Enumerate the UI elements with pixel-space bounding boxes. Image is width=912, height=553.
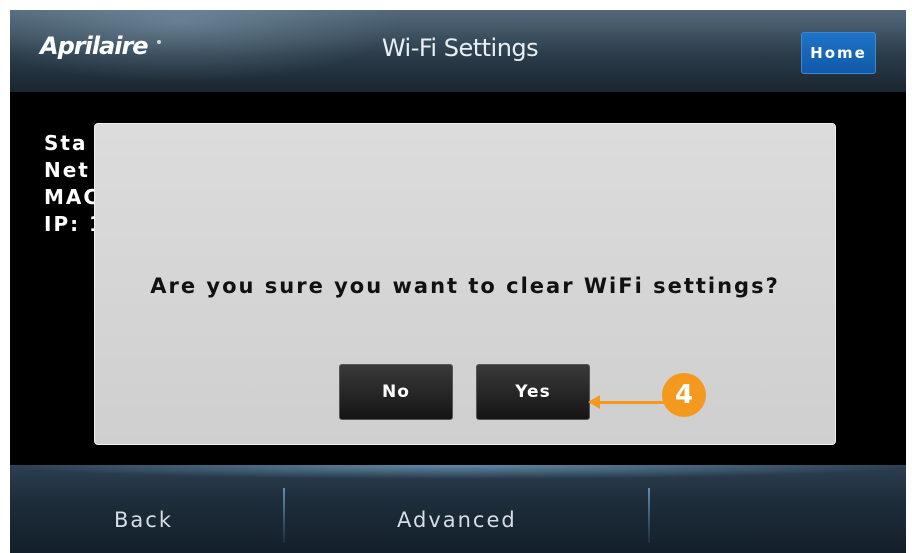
- callout-arrow-icon: [588, 395, 600, 409]
- aprilaire-logo: Aprilaire: [40, 32, 149, 60]
- page-title: Wi-Fi Settings: [381, 34, 539, 62]
- footer-glow-edge: [10, 465, 906, 485]
- home-button[interactable]: Home: [801, 32, 876, 74]
- footer-divider: [283, 488, 285, 543]
- no-button[interactable]: No: [339, 364, 453, 420]
- footer-divider: [648, 488, 650, 543]
- yes-button[interactable]: Yes: [476, 364, 590, 420]
- thermostat-screen: Aprilaire Wi-Fi Settings Home Sta Net MA…: [10, 10, 906, 553]
- confirm-dialog: Are you sure you want to clear WiFi sett…: [94, 123, 836, 445]
- advanced-button[interactable]: Advanced: [397, 508, 517, 532]
- dialog-message: Are you sure you want to clear WiFi sett…: [150, 274, 780, 298]
- callout-line: [596, 401, 664, 404]
- logo-trademark-dot: [157, 40, 161, 44]
- step-callout-badge: 4: [662, 373, 706, 417]
- back-button[interactable]: Back: [114, 508, 173, 532]
